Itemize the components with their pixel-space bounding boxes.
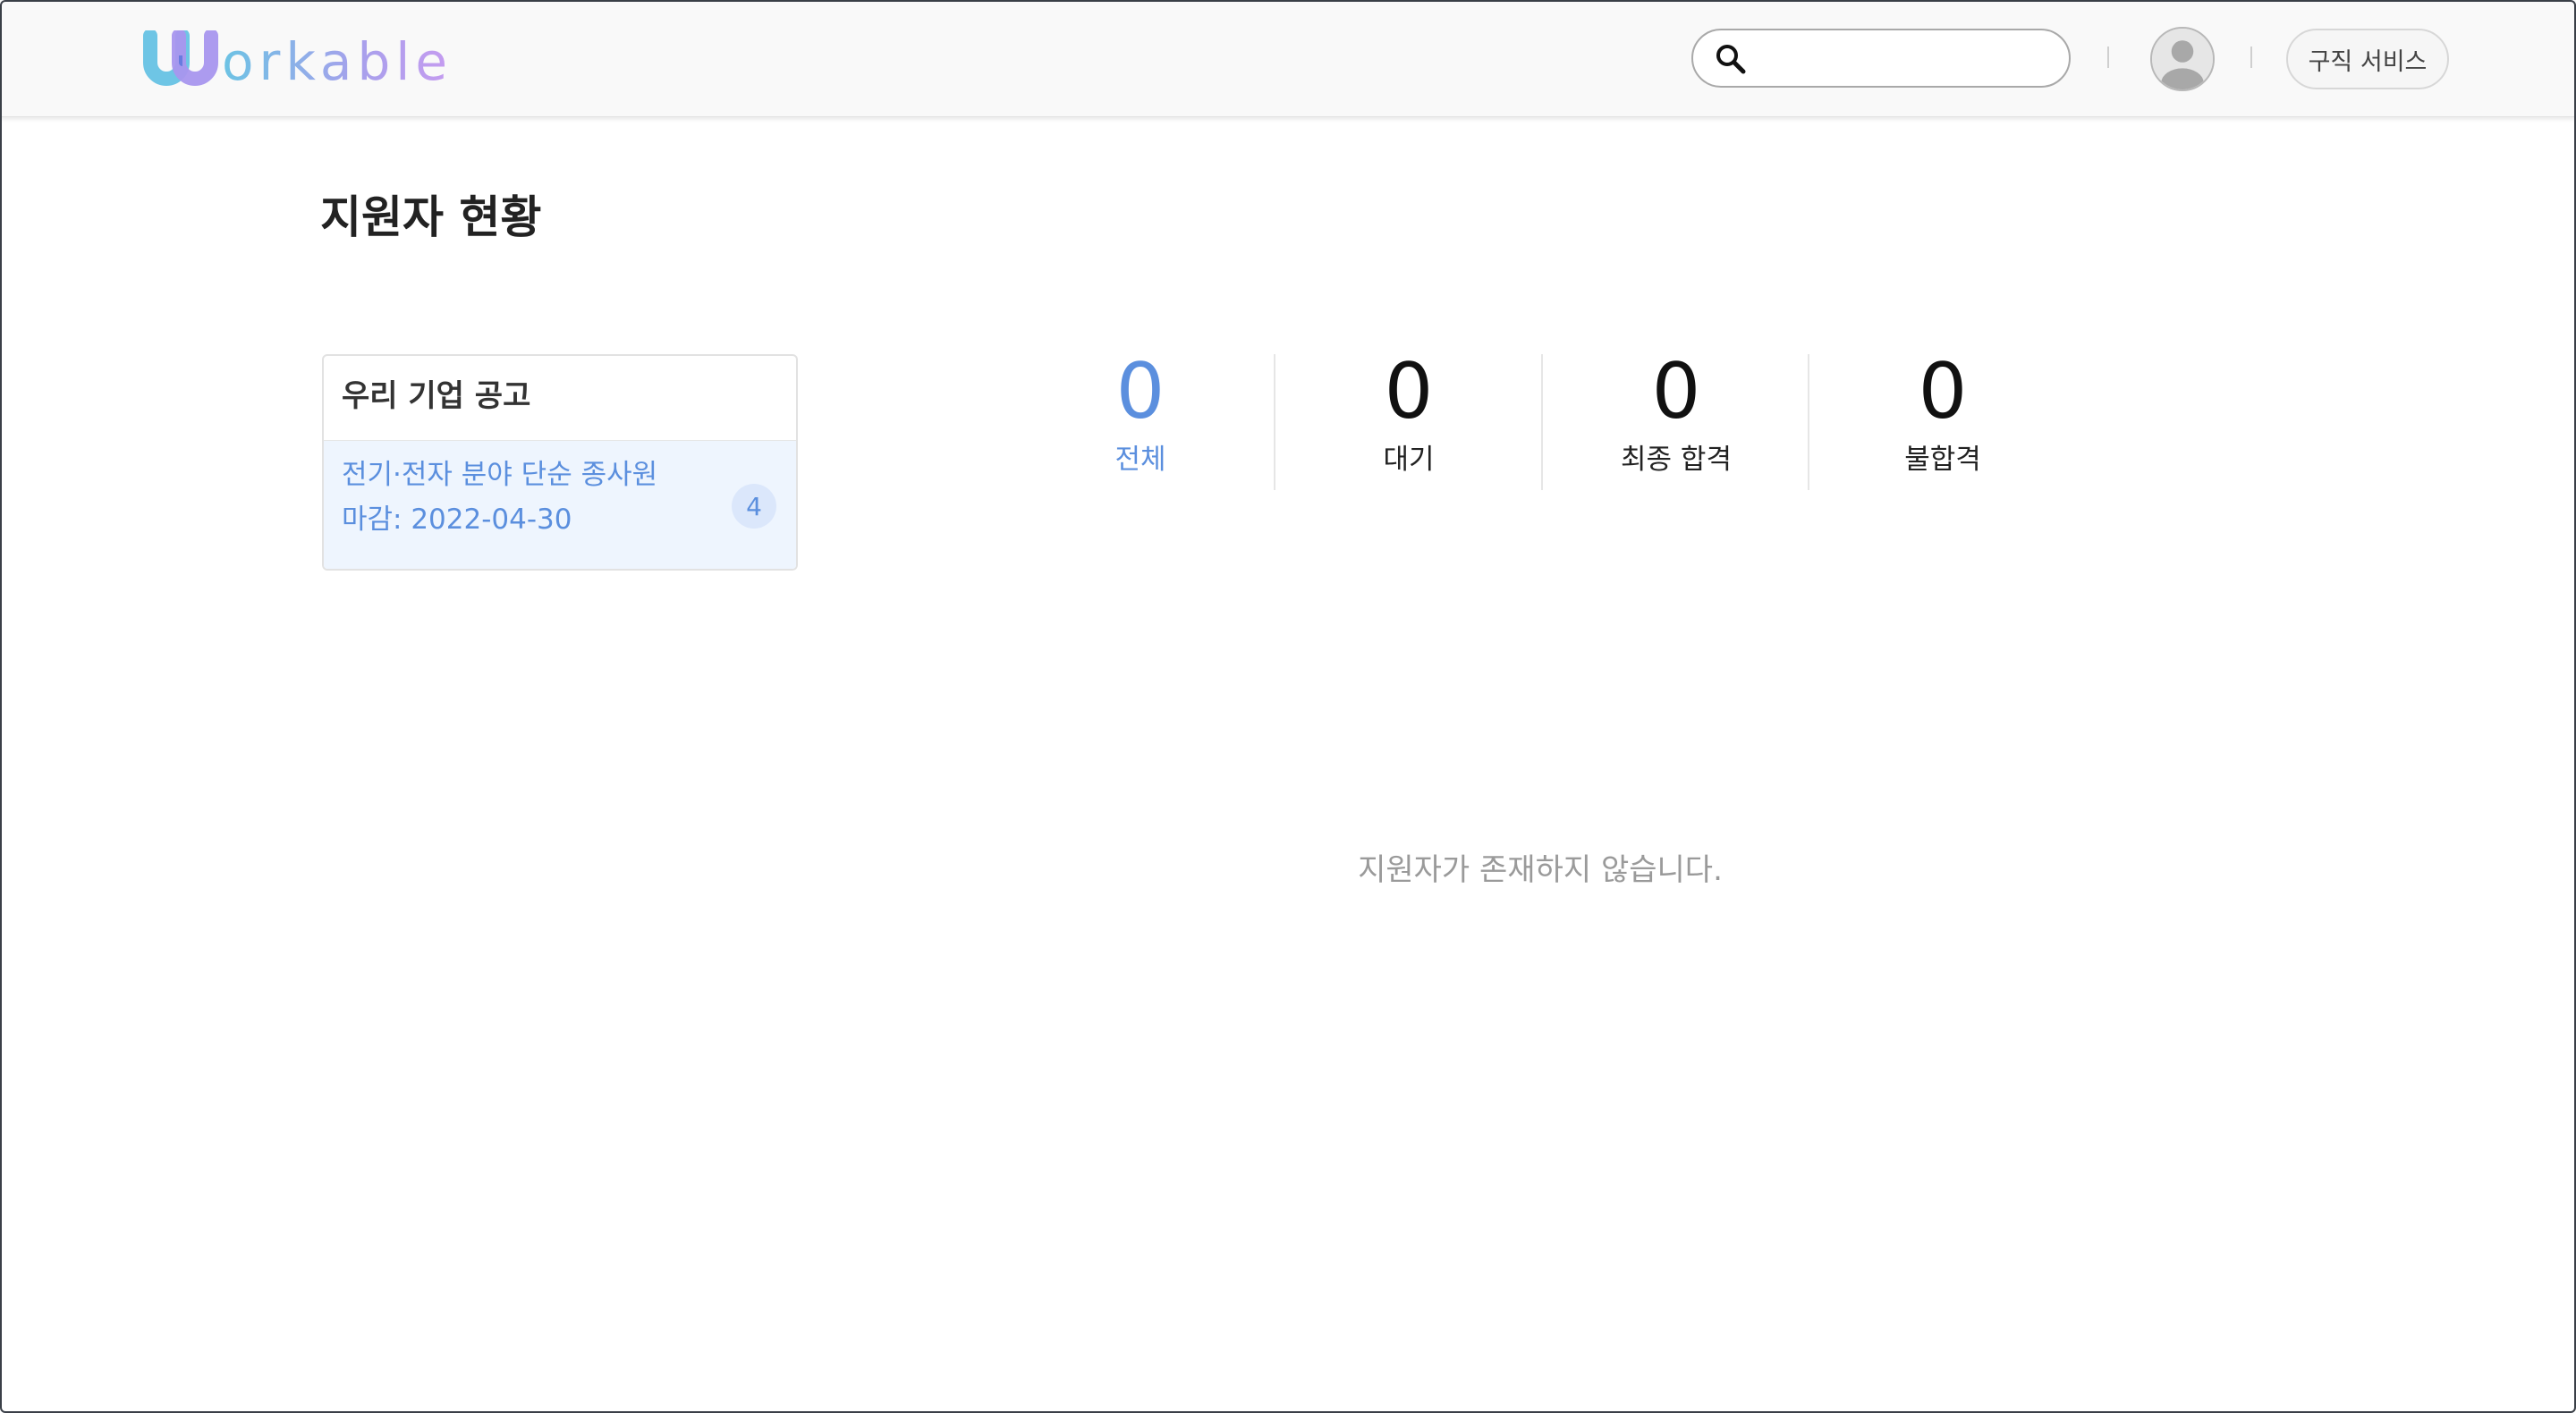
search-box[interactable] bbox=[1691, 29, 2071, 88]
posting-list-item[interactable]: 전기·전자 분야 단순 종사원 마감: 2022-04-30 4 bbox=[324, 440, 796, 569]
posting-title: 전기·전자 분야 단순 종사원 bbox=[342, 459, 658, 491]
tab-final-pass[interactable]: 0 최종 합격 bbox=[1543, 347, 1809, 492]
nav-divider bbox=[2107, 47, 2109, 68]
stat-label: 불합격 bbox=[1904, 444, 1981, 476]
stat-value: 0 bbox=[1651, 347, 1701, 436]
tab-pending[interactable]: 0 대기 bbox=[1275, 347, 1542, 492]
workable-w-logo-icon bbox=[143, 30, 218, 86]
stat-value: 0 bbox=[1384, 347, 1434, 436]
applicant-count-badge: 4 bbox=[732, 484, 776, 529]
stat-label: 최종 합격 bbox=[1621, 444, 1732, 476]
applicant-status-tabs: 0 전체 0 대기 0 최종 합격 0 불합격 bbox=[1007, 347, 2080, 492]
logo-wordmark: orkable bbox=[222, 31, 453, 92]
stat-label: 전체 bbox=[1114, 444, 1166, 476]
stat-label: 대기 bbox=[1383, 444, 1435, 476]
workable-logo[interactable]: orkable bbox=[140, 30, 453, 88]
search-input[interactable] bbox=[1758, 38, 2056, 80]
stat-value: 0 bbox=[1115, 347, 1165, 436]
tab-rejected[interactable]: 0 불합격 bbox=[1809, 347, 2076, 492]
user-avatar-icon bbox=[2152, 29, 2213, 89]
job-seeker-service-button[interactable]: 구직 서비스 bbox=[2286, 29, 2449, 89]
page-title: 지원자 현황 bbox=[320, 191, 542, 243]
posting-deadline: 마감: 2022-04-30 bbox=[342, 503, 572, 536]
search-icon bbox=[1716, 45, 1746, 74]
company-postings-panel: 우리 기업 공고 전기·전자 분야 단순 종사원 마감: 2022-04-30 … bbox=[322, 354, 798, 571]
stat-value: 0 bbox=[1918, 347, 1968, 436]
empty-state-message: 지원자가 존재하지 않습니다. bbox=[1358, 852, 1723, 888]
nav-divider bbox=[2250, 47, 2252, 68]
tab-all[interactable]: 0 전체 bbox=[1007, 347, 1274, 492]
postings-panel-title: 우리 기업 공고 bbox=[342, 378, 531, 414]
user-avatar[interactable] bbox=[2150, 27, 2215, 91]
top-navigation-bar: orkable 구직 서비스 bbox=[0, 0, 2576, 117]
